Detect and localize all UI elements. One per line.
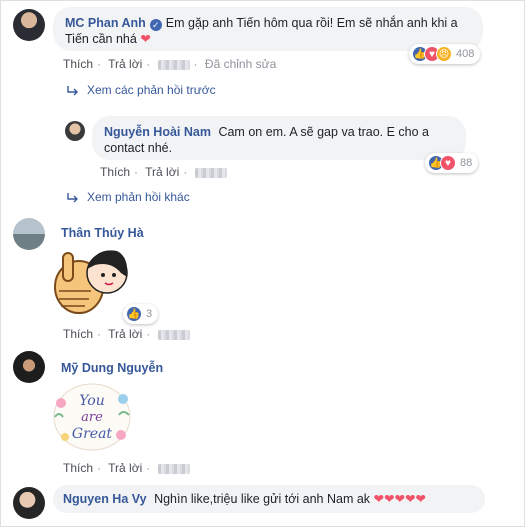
comment-bubble-nguyen-ha-vy: Nguyen Ha Vy Nghìn like,triệu like gửi t… <box>53 485 485 513</box>
like-link[interactable]: Thích <box>63 327 93 341</box>
comments-panel: MC Phan Anh ✓ Em gặp anh Tiến hôm qua rồi!… <box>0 0 525 527</box>
comment-author-line: Thân Thúy Hà <box>61 226 148 240</box>
avatar-my-dung-nguyen[interactable] <box>13 351 45 383</box>
avatar-nguyen-ha-vy[interactable] <box>13 487 45 519</box>
view-more-replies-link[interactable]: Xem phản hồi khác <box>67 190 190 204</box>
view-previous-replies-label: Xem các phản hồi trước <box>87 83 216 97</box>
reply-arrow-icon <box>67 192 78 203</box>
reaction-summary[interactable]: 👍 3 <box>123 304 159 324</box>
view-more-replies-label: Xem phản hồi khác <box>87 190 190 204</box>
thumbs-up-girl-sticker <box>51 243 131 317</box>
reaction-count: 408 <box>456 48 475 60</box>
comment-author[interactable]: MC Phan Anh <box>65 16 146 30</box>
comment-author[interactable]: Nguyen Ha Vy <box>63 492 147 506</box>
comment-author[interactable]: Thân Thúy Hà <box>61 226 144 240</box>
avatar-mc-phan-anh[interactable] <box>13 9 45 41</box>
reply-link[interactable]: Trả lời <box>145 165 179 179</box>
reply-link[interactable]: Trả lời <box>108 57 142 71</box>
timestamp-blurred <box>157 463 190 474</box>
timestamp-blurred <box>157 59 190 70</box>
edited-label[interactable]: Đã chỉnh sửa <box>205 57 276 71</box>
sticker-text-great: Great <box>72 426 113 442</box>
like-link[interactable]: Thích <box>63 57 93 71</box>
sticker-text-are: are <box>81 410 103 425</box>
sticker-text-you: You <box>79 393 104 409</box>
timestamp-blurred <box>194 167 227 178</box>
like-reaction-icon: 👍 <box>126 306 142 322</box>
timestamp-blurred <box>157 329 190 340</box>
view-previous-replies-link[interactable]: Xem các phản hồi trước <box>67 83 216 97</box>
comment-author-line: Mỹ Dung Nguyễn <box>61 361 167 375</box>
comment-actions: Thích · Trả lời · <box>100 165 227 179</box>
like-link[interactable]: Thích <box>63 461 93 475</box>
heart-emoji-icon: ❤❤❤❤❤ <box>373 492 426 506</box>
comment-actions: Thích · Trả lời · · Đã chỉnh sửa <box>63 57 277 71</box>
heart-emoji-icon: ❤ <box>140 32 151 46</box>
love-reaction-icon: ♥ <box>440 155 456 171</box>
reaction-summary[interactable]: 👍 ♥ 88 <box>425 153 479 173</box>
reaction-summary[interactable]: 👍 ♥ 😠 408 <box>409 44 481 64</box>
avatar-nguyen-hoai-nam[interactable] <box>65 121 85 141</box>
reaction-count: 3 <box>146 308 153 320</box>
like-link[interactable]: Thích <box>100 165 130 179</box>
angry-reaction-icon: 😠 <box>436 46 452 62</box>
comment-text: Nghìn like,triệu like gửi tới anh Nam ak <box>154 492 371 506</box>
verified-badge-icon: ✓ <box>149 19 162 31</box>
comment-bubble-nguyen-hoai-nam: Nguyễn Hoài Nam Cam on em. A sẽ gap va t… <box>92 116 466 160</box>
reply-arrow-icon <box>67 85 78 96</box>
avatar-than-thuy-ha[interactable] <box>13 218 45 250</box>
reply-link[interactable]: Trả lời <box>108 327 142 341</box>
comment-author[interactable]: Mỹ Dung Nguyễn <box>61 361 163 375</box>
comment-actions: Thích · Trả lời · <box>63 327 190 341</box>
reaction-count: 88 <box>460 157 473 169</box>
comment-actions: Thích · Trả lời · <box>63 461 190 475</box>
comment-author[interactable]: Nguyễn Hoài Nam <box>104 125 211 139</box>
reply-link[interactable]: Trả lời <box>108 461 142 475</box>
you-are-great-sticker: You are Great <box>51 381 133 453</box>
